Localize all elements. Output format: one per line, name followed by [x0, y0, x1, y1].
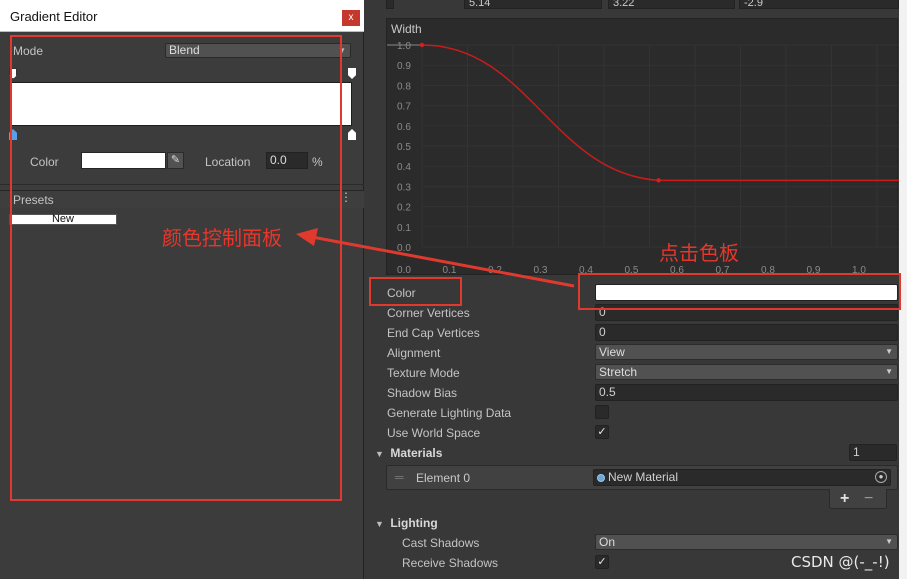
watermark: CSDN @(-_-!) [791, 553, 890, 571]
annotation-arrow-head [296, 228, 318, 246]
annotation-arrow [296, 228, 575, 288]
annotation-arrow-line [311, 235, 575, 288]
